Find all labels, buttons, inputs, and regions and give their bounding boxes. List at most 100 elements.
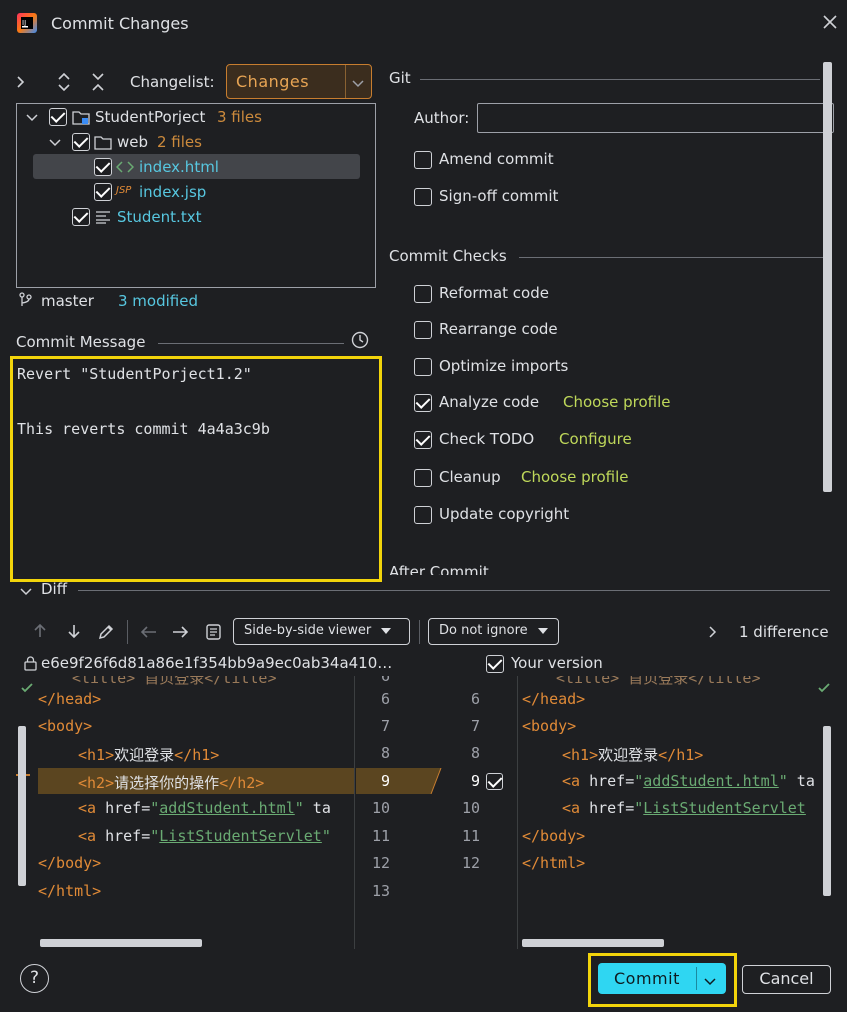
amend-commit-label[interactable]: Amend commit xyxy=(439,150,554,168)
left-horizontal-scrollbar[interactable] xyxy=(40,939,202,947)
help-button[interactable]: ? xyxy=(20,964,49,993)
cancel-button[interactable]: Cancel xyxy=(742,965,831,994)
check-todo-label[interactable]: Check TODO xyxy=(439,430,534,448)
lock-icon xyxy=(24,656,37,675)
options-scrollbar[interactable] xyxy=(823,62,832,492)
history-icon[interactable] xyxy=(351,331,369,353)
line-number: 13 xyxy=(371,882,390,900)
right-vertical-scrollbar[interactable] xyxy=(823,726,831,896)
tree-item-web[interactable]: web xyxy=(117,133,148,151)
jsp-file-icon: JSP xyxy=(116,185,132,196)
html-file-icon xyxy=(115,160,135,178)
close-icon[interactable] xyxy=(822,14,838,30)
left-revision-hash: e6e9f26f6d81a86e1f354bb9a9ec0ab34a410… xyxy=(41,654,393,672)
svg-text:IJ: IJ xyxy=(22,19,26,27)
right-ok-icon xyxy=(817,680,831,698)
code-line: <body> xyxy=(38,717,93,735)
check-todo-checkbox[interactable] xyxy=(414,431,432,449)
reformat-code-label[interactable]: Reformat code xyxy=(439,284,549,302)
tree-expand-icon[interactable] xyxy=(49,135,61,153)
line-number: 6 xyxy=(380,676,390,685)
tree-item-index-jsp[interactable]: index.jsp xyxy=(139,183,206,201)
diff-label[interactable]: Diff xyxy=(41,580,67,598)
tree-checkbox[interactable] xyxy=(94,183,112,201)
document-icon[interactable] xyxy=(205,623,223,645)
differences-chevron-icon[interactable] xyxy=(707,625,719,643)
left-vertical-scrollbar[interactable] xyxy=(18,726,26,886)
your-version-checkbox[interactable] xyxy=(486,655,504,673)
edit-icon[interactable] xyxy=(97,623,115,645)
tree-checkbox[interactable] xyxy=(72,208,90,226)
cleanup-checkbox[interactable] xyxy=(414,469,432,487)
commit-message-label: Commit Message xyxy=(16,333,146,351)
expand-all-icon[interactable] xyxy=(56,72,72,92)
analyze-code-label[interactable]: Analyze code xyxy=(439,393,539,411)
code-line: </body> xyxy=(38,854,102,872)
line-number: 6 xyxy=(380,690,390,708)
tree-item-student-txt[interactable]: Student.txt xyxy=(117,208,201,226)
tree-item-project-count: 3 files xyxy=(217,108,262,126)
tree-checkbox[interactable] xyxy=(49,108,67,126)
update-copyright-label[interactable]: Update copyright xyxy=(439,505,569,523)
code-line: </head> xyxy=(522,690,586,708)
line-number: 11 xyxy=(371,827,390,845)
tree-item-web-count: 2 files xyxy=(157,133,202,151)
expand-arrow-icon[interactable] xyxy=(14,74,28,90)
branch-name[interactable]: master xyxy=(41,292,94,310)
code-line: <h1>欢迎登录</h1> xyxy=(78,746,220,764)
line-number: 7 xyxy=(470,717,480,735)
cleanup-label[interactable]: Cleanup xyxy=(439,468,501,486)
signoff-commit-checkbox[interactable] xyxy=(414,188,432,206)
commit-message-highlight xyxy=(10,356,382,582)
analyze-choose-profile-link[interactable]: Choose profile xyxy=(563,393,671,411)
line-number: 8 xyxy=(470,744,480,762)
line-number: 10 xyxy=(371,799,390,817)
line-number: 9 xyxy=(470,772,480,790)
rearrange-code-label[interactable]: Rearrange code xyxy=(439,320,558,338)
update-copyright-checkbox[interactable] xyxy=(414,506,432,524)
line-number: 12 xyxy=(371,854,390,872)
forward-arrow-icon[interactable] xyxy=(171,624,189,644)
after-commit-title: After Commit xyxy=(389,563,489,575)
code-line: <body> xyxy=(522,717,577,735)
your-version-label: Your version xyxy=(511,654,603,672)
text-file-icon xyxy=(95,210,111,228)
tree-checkbox[interactable] xyxy=(94,158,112,176)
tree-checkbox[interactable] xyxy=(72,133,90,151)
code-line: </body> xyxy=(522,827,586,845)
tree-expand-icon[interactable] xyxy=(26,110,38,128)
line-number: 11 xyxy=(461,827,480,845)
author-input[interactable] xyxy=(477,103,834,133)
changelist-dropdown[interactable]: Changes xyxy=(226,64,372,99)
changes-tree: StudentPorject 3 files web 2 files index… xyxy=(16,103,376,288)
code-line: </html> xyxy=(522,854,586,872)
amend-commit-checkbox[interactable] xyxy=(414,151,432,169)
cleanup-choose-profile-link[interactable]: Choose profile xyxy=(521,468,629,486)
rearrange-code-checkbox[interactable] xyxy=(414,321,432,339)
back-arrow-icon[interactable] xyxy=(140,624,158,644)
prev-diff-icon[interactable] xyxy=(32,623,48,643)
next-diff-icon[interactable] xyxy=(66,623,82,643)
optimize-imports-checkbox[interactable] xyxy=(414,358,432,376)
whitespace-dropdown[interactable]: Do not ignore xyxy=(428,618,559,645)
signoff-commit-label[interactable]: Sign-off commit xyxy=(439,187,558,205)
modified-count[interactable]: 3 modified xyxy=(118,292,198,310)
analyze-code-checkbox[interactable] xyxy=(414,394,432,412)
diff-collapse-icon[interactable] xyxy=(20,584,32,602)
line-number: 10 xyxy=(461,799,480,817)
right-horizontal-scrollbar[interactable] xyxy=(522,939,664,947)
apply-change-checkbox[interactable] xyxy=(486,773,503,790)
differences-count: 1 difference xyxy=(739,623,829,641)
line-number: 7 xyxy=(380,717,390,735)
viewer-dropdown[interactable]: Side-by-side viewer xyxy=(233,618,410,645)
tree-item-project[interactable]: StudentPorject xyxy=(95,108,205,126)
reformat-code-checkbox[interactable] xyxy=(414,285,432,303)
project-folder-icon xyxy=(72,109,90,129)
code-line: </head> xyxy=(38,690,102,708)
collapse-all-icon[interactable] xyxy=(90,72,106,92)
optimize-imports-label[interactable]: Optimize imports xyxy=(439,357,568,375)
tree-item-index-html[interactable]: index.html xyxy=(139,158,219,176)
diff-editor[interactable]: <title> 首页登录</title> <title> 首页登录</title… xyxy=(16,676,834,949)
code-line: <a href="addStudent.html" ta xyxy=(78,799,331,817)
todo-configure-link[interactable]: Configure xyxy=(559,430,632,448)
